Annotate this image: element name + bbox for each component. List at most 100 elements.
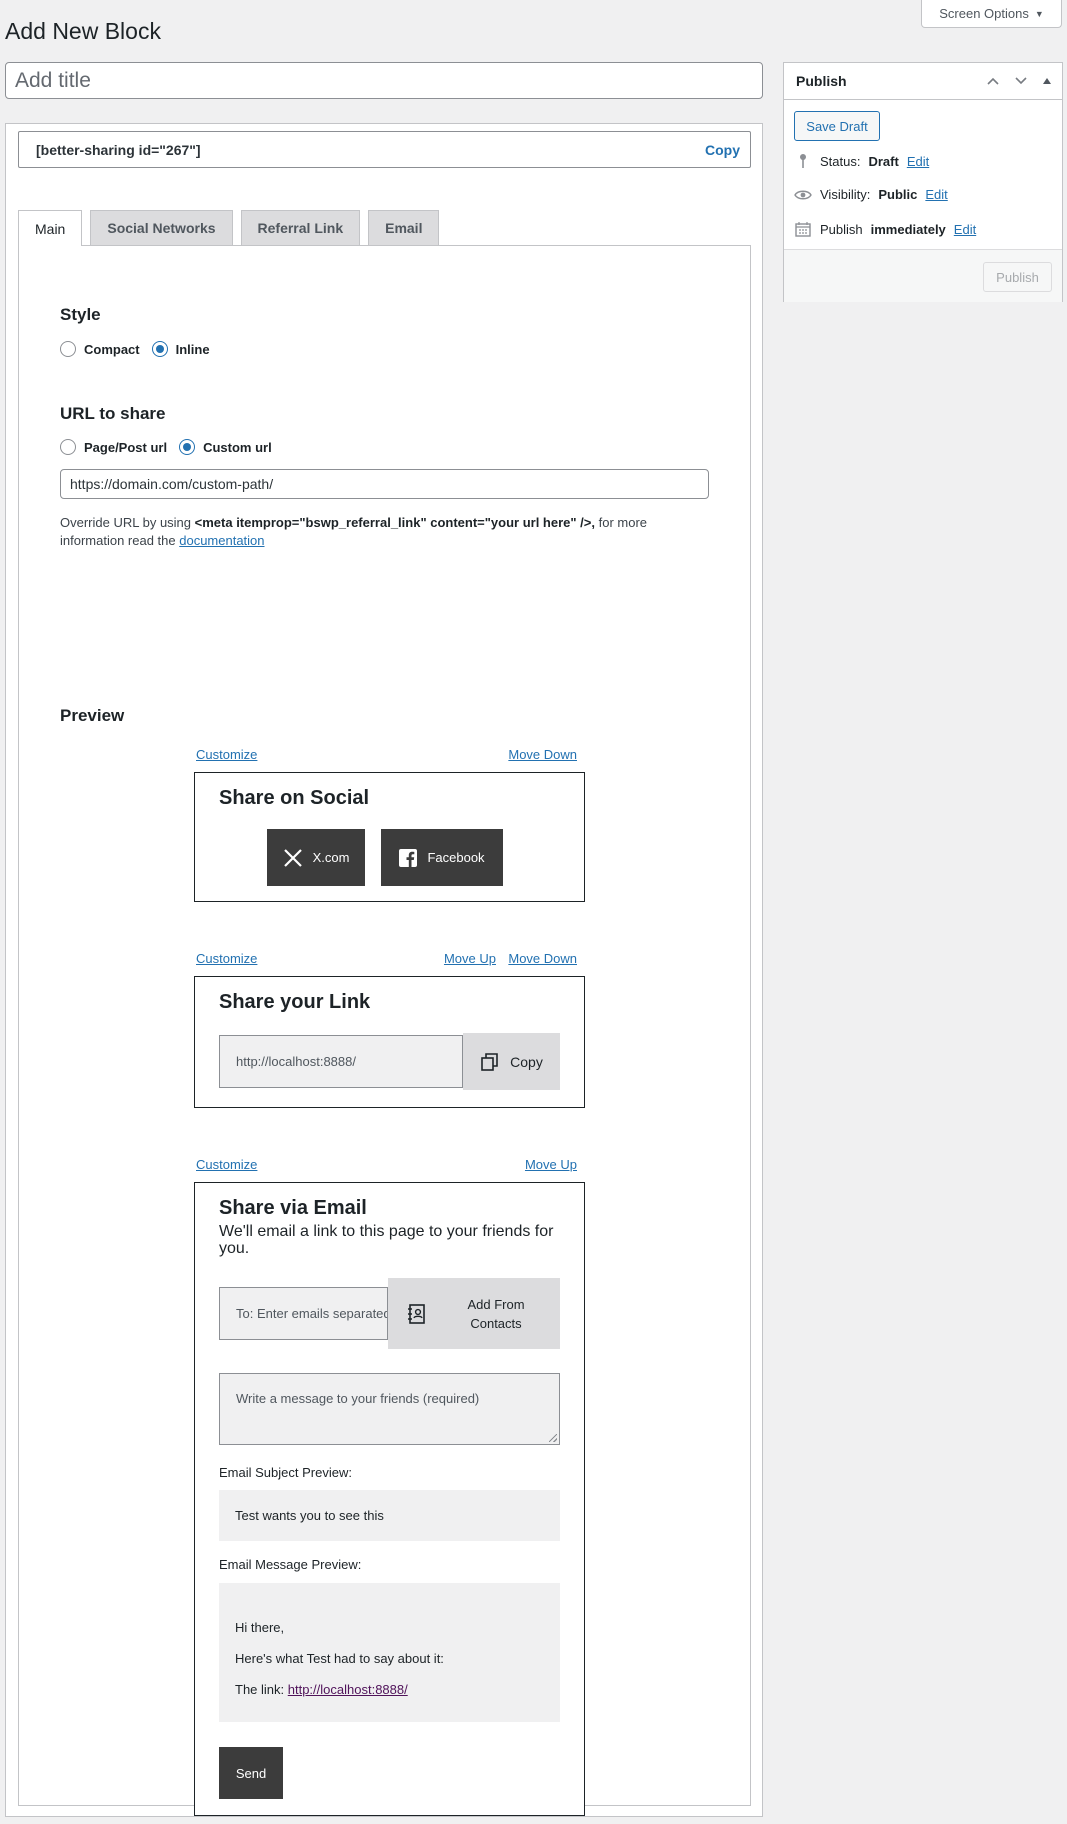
share-on-social-card: Share on Social X.com Facebook [194, 772, 585, 902]
link-move-up-link[interactable]: Move Up [444, 951, 496, 966]
tab-email[interactable]: Email [368, 210, 440, 245]
send-button[interactable]: Send [219, 1747, 283, 1799]
radio-page-post-url[interactable] [60, 439, 76, 455]
facebook-share-label: Facebook [427, 850, 485, 865]
tab-main[interactable]: Main [18, 210, 83, 246]
email-message-link[interactable]: http://localhost:8888/ [288, 1682, 408, 1697]
radio-inline[interactable] [151, 341, 168, 357]
visibility-value: Public [878, 187, 918, 202]
social-move-down-link[interactable]: Move Down [508, 747, 577, 762]
email-message-body: Here's what Test had to say about it: [235, 1651, 444, 1666]
resize-handle-icon[interactable] [549, 1434, 557, 1442]
facebook-share-button[interactable]: Facebook [381, 829, 503, 886]
publish-header: Publish [784, 63, 1062, 100]
radio-custom-label: Custom url [203, 439, 272, 455]
publish-date-value: immediately [870, 221, 946, 237]
style-heading: Style [60, 305, 101, 324]
referral-link-value: http://localhost:8888/ [236, 1054, 356, 1069]
x-logo-icon [283, 848, 302, 867]
radio-custom-url[interactable] [179, 439, 196, 455]
calendar-icon [794, 221, 812, 237]
screen-options-toggle[interactable]: Screen Options ▼ [921, 0, 1062, 28]
title-input[interactable]: Add title [5, 62, 763, 99]
publish-date-row: Publish immediately Edit [794, 221, 976, 237]
block-settings-metabox: [better-sharing id="267"] Copy Main Soci… [5, 123, 763, 1817]
link-copy-button[interactable]: Copy [463, 1033, 560, 1090]
publish-metabox: Publish Save Draft Status: Draft Edit Vi… [783, 62, 1063, 302]
link-copy-label: Copy [510, 1053, 543, 1070]
facebook-icon [399, 848, 418, 867]
shortcode-text: [better-sharing id="267"] [36, 141, 201, 158]
email-message-preview: Hi there, Here's what Test had to say ab… [219, 1583, 560, 1722]
radio-page-post-label: Page/Post url [84, 439, 168, 455]
link-block-actions: Move Up Customize Move Down [196, 951, 577, 969]
social-card-title: Share on Social [219, 787, 370, 809]
url-option-custom[interactable]: Custom url [179, 439, 272, 455]
link-move-down-link[interactable]: Move Down [508, 951, 577, 966]
style-option-inline[interactable]: Inline [151, 341, 210, 357]
status-label: Status: [820, 153, 861, 169]
share-via-email-card: Share via Email We'll email a link to th… [194, 1182, 585, 1816]
documentation-link[interactable]: documentation [179, 533, 264, 548]
referral-link-field[interactable]: http://localhost:8888/ [219, 1035, 463, 1088]
x-share-label: X.com [312, 850, 350, 865]
tab-referral-link[interactable]: Referral Link [240, 210, 361, 245]
eye-icon [794, 189, 812, 201]
email-subject-label: Email Subject Preview: [219, 1465, 352, 1480]
email-message-placeholder: Write a message to your friends (require… [236, 1391, 480, 1406]
chevron-down-icon[interactable] [1014, 76, 1028, 86]
email-message-greeting: Hi there, [235, 1620, 285, 1635]
save-draft-button[interactable]: Save Draft [794, 111, 880, 141]
preview-heading: Preview [60, 706, 125, 725]
add-from-contacts-button[interactable]: Add From Contacts [388, 1278, 560, 1349]
social-customize-link[interactable]: Customize [196, 747, 257, 762]
pin-icon [794, 153, 812, 169]
publish-header-controls [986, 76, 1052, 86]
email-card-subtitle: We'll email a link to this page to your … [219, 1223, 554, 1257]
publish-date-label: Publish [820, 221, 863, 237]
status-value: Draft [868, 153, 899, 169]
visibility-edit-link[interactable]: Edit [925, 187, 947, 202]
url-heading: URL to share [60, 404, 166, 423]
contacts-book-icon [408, 1303, 425, 1324]
status-row: Status: Draft Edit [794, 153, 929, 169]
email-move-up-link[interactable]: Move Up [525, 1157, 577, 1172]
override-url-note: Override URL by using <meta itemprop="bs… [60, 514, 710, 550]
add-from-contacts-label: Add From Contacts [467, 1296, 525, 1331]
custom-url-input[interactable]: https://domain.com/custom-path/ [60, 469, 709, 499]
radio-compact-label: Compact [84, 341, 140, 357]
title-placeholder: Add title [15, 69, 91, 92]
style-option-compact[interactable]: Compact [60, 341, 140, 357]
email-message-link-line: The link: http://localhost:8888/ [235, 1674, 544, 1705]
status-edit-link[interactable]: Edit [907, 154, 929, 169]
publish-button[interactable]: Publish [983, 262, 1052, 292]
style-options: Compact Inline [60, 341, 210, 357]
email-customize-link[interactable]: Customize [196, 1157, 257, 1172]
chevron-up-icon[interactable] [986, 76, 1000, 86]
custom-url-value: https://domain.com/custom-path/ [70, 476, 274, 492]
social-block-actions: Customize Move Down [196, 747, 577, 765]
main-tab-panel: Style Compact Inline URL to share Page/P… [18, 245, 751, 1816]
tab-social-networks[interactable]: Social Networks [90, 210, 233, 245]
note-code: <meta itemprop="bswp_referral_link" cont… [194, 515, 595, 530]
page-title: Add New Block [5, 18, 161, 44]
radio-inline-label: Inline [175, 341, 210, 357]
screen-options-label: Screen Options [939, 6, 1029, 21]
x-share-button[interactable]: X.com [267, 829, 365, 886]
email-message-textarea[interactable]: Write a message to your friends (require… [219, 1373, 560, 1445]
publish-title: Publish [796, 73, 847, 89]
publish-date-edit-link[interactable]: Edit [954, 222, 976, 237]
visibility-row: Visibility: Public Edit [794, 187, 948, 202]
url-options: Page/Post url Custom url [60, 439, 272, 455]
email-recipients-input[interactable]: To: Enter emails separated by commas [219, 1287, 388, 1340]
email-recipients-placeholder: To: Enter emails separated by commas [236, 1306, 388, 1321]
email-block-actions: Customize Move Up [196, 1157, 577, 1175]
shortcode-copy-button[interactable]: Copy [705, 142, 740, 158]
email-message-label: Email Message Preview: [219, 1557, 362, 1572]
link-customize-link[interactable]: Customize [196, 951, 257, 966]
url-option-page-post[interactable]: Page/Post url [60, 439, 167, 455]
radio-compact[interactable] [60, 341, 76, 357]
visibility-label: Visibility: [820, 187, 871, 202]
collapse-triangle-icon[interactable] [1042, 77, 1052, 85]
note-prefix: Override URL by using [60, 515, 195, 530]
